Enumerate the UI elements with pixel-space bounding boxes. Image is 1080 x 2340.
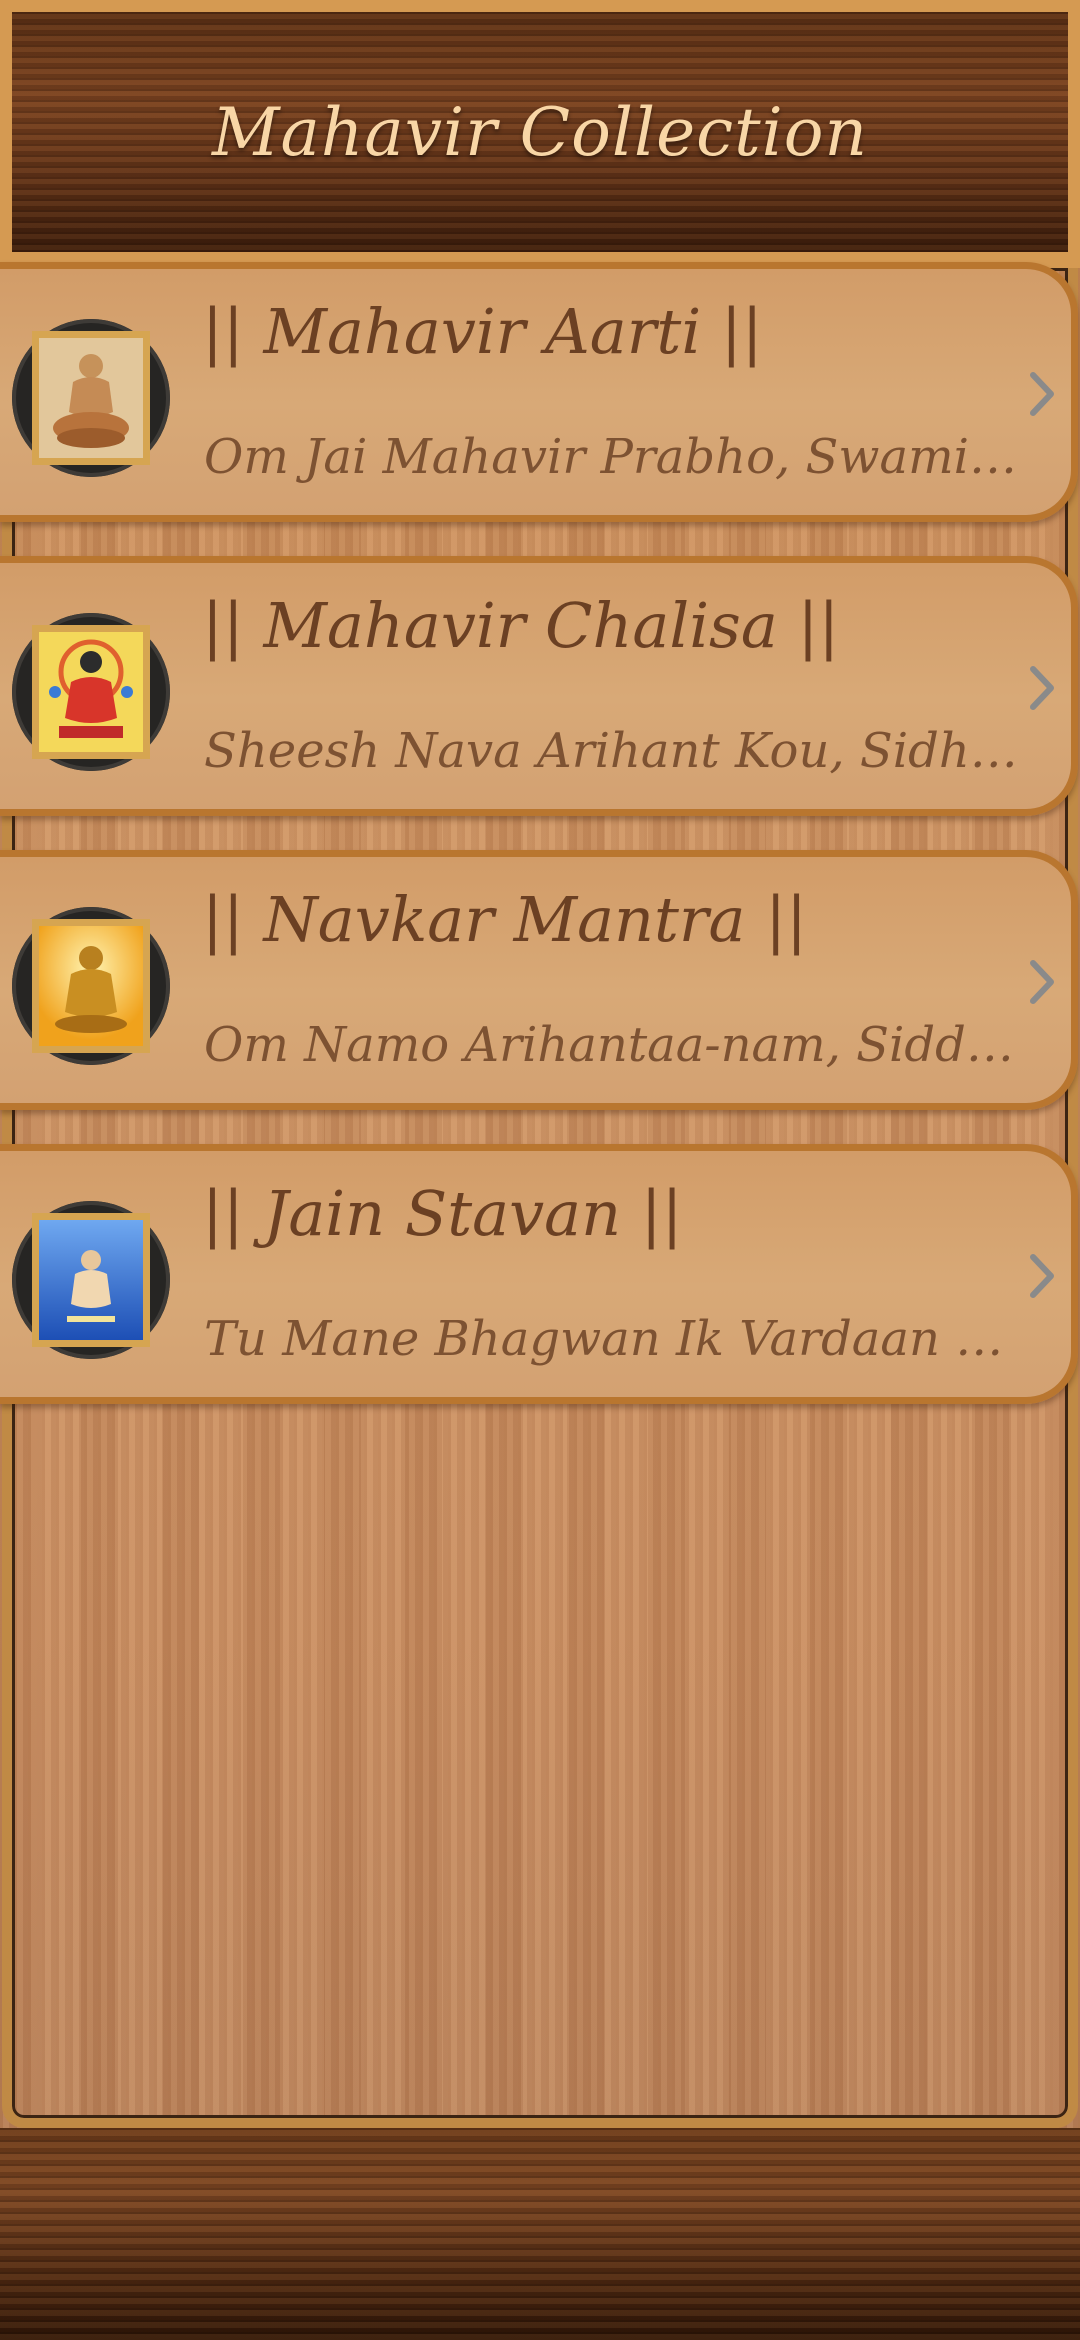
chevron-right-icon xyxy=(1030,666,1054,710)
thumbnail-ring xyxy=(12,319,170,477)
mahavir-golden-icon xyxy=(32,919,150,1053)
item-title: || Mahavir Chalisa || xyxy=(202,589,840,662)
thumbnail-ring xyxy=(12,613,170,771)
list-item-navkar-mantra[interactable]: || Navkar Mantra || Om Namo Arihantaa-na… xyxy=(0,850,1078,1110)
app-header: Mahavir Collection xyxy=(0,0,1080,268)
list-item-mahavir-aarti[interactable]: || Mahavir Aarti || Om Jai Mahavir Prabh… xyxy=(0,262,1078,522)
item-subtitle: Om Namo Arihantaa-nam, Siddhaa-nam xyxy=(204,1017,1024,1073)
item-title: || Jain Stavan || xyxy=(202,1177,683,1250)
chevron-right-icon xyxy=(1030,1254,1054,1298)
item-subtitle: Om Jai Mahavir Prabho, Swami Jai Mahavir… xyxy=(204,429,1024,485)
item-subtitle: Sheesh Nava Arihant Kou, Sidhaan Karoon … xyxy=(204,723,1024,779)
app-footer xyxy=(0,2128,1080,2340)
list-item-mahavir-chalisa[interactable]: || Mahavir Chalisa || Sheesh Nava Arihan… xyxy=(0,556,1078,816)
chevron-right-icon xyxy=(1030,372,1054,416)
thumbnail-ring xyxy=(12,907,170,1065)
item-title: || Navkar Mantra || xyxy=(202,883,807,956)
thumbnail-ring xyxy=(12,1201,170,1359)
chevron-right-icon xyxy=(1030,960,1054,1004)
item-title: || Mahavir Aarti || xyxy=(202,295,763,368)
mahavir-red-robe-icon xyxy=(32,625,150,759)
item-subtitle: Tu Mane Bhagwan Ik Vardaan Aapi De xyxy=(204,1311,1024,1367)
mahavir-seated-icon xyxy=(32,331,150,465)
mahavir-blue-icon xyxy=(32,1213,150,1347)
list-item-jain-stavan[interactable]: || Jain Stavan || Tu Mane Bhagwan Ik Var… xyxy=(0,1144,1078,1404)
screen: Mahavir Collection || Mahavir Aarti || O… xyxy=(0,0,1080,2340)
app-title: Mahavir Collection xyxy=(211,93,869,171)
